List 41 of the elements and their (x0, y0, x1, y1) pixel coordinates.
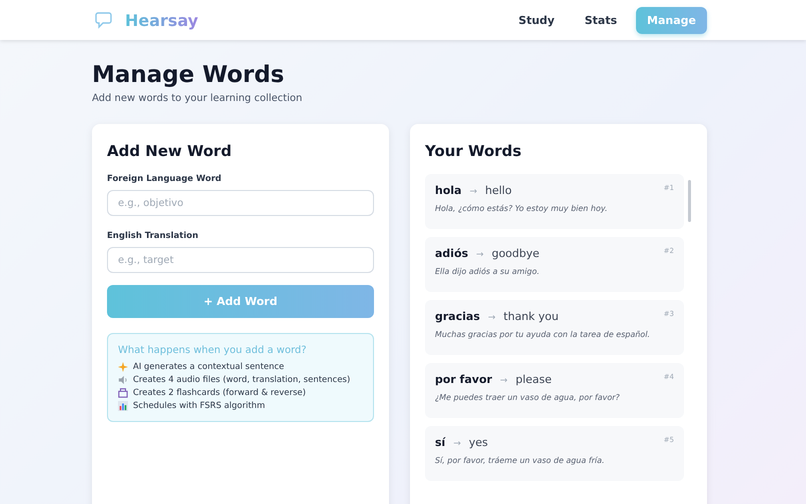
input-field[interactable]: e.g., target (107, 247, 374, 273)
arrow-text: → (488, 313, 496, 323)
foreign-word: sí (435, 436, 446, 449)
arrow-text: → (470, 187, 478, 197)
card-title: Your Words (425, 142, 522, 160)
translation: yes (468, 436, 488, 449)
arrow-text: → (453, 439, 461, 449)
arrow-text: → (500, 376, 508, 386)
sparkle-icon (118, 362, 128, 372)
example-sentence: Hola, ¿cómo estás? Yo estoy muy bien hoy. (435, 204, 608, 213)
info-text: AI generates a contextual sentence (133, 362, 284, 372)
translation: please (516, 373, 552, 386)
example-sentence: Sí, por favor, tráeme un vaso de agua fría. (435, 456, 606, 465)
box-icon (118, 388, 128, 398)
foreign-word: hola (435, 184, 462, 197)
info-text: Creates 2 flashcards (forward & reverse) (133, 388, 306, 398)
bar-chart-icon (118, 401, 128, 411)
nav-tab[interactable]: Study (508, 6, 566, 34)
example-sentence: Ella dijo adiós a su amigo. (435, 267, 540, 276)
field-label: Foreign Language Word (107, 174, 222, 184)
nav-tab[interactable]: Stats (574, 6, 628, 34)
translation: hello (485, 184, 512, 197)
foreign-word: adiós (435, 247, 468, 260)
info-title: What happens when you add a word? (118, 345, 308, 356)
field-label: English Translation (107, 231, 200, 241)
scrollbar-thumb[interactable] (688, 180, 691, 222)
input-field[interactable]: e.g., objetivo (107, 190, 374, 216)
translation: thank you (504, 310, 559, 323)
foreign-word: gracias (435, 310, 480, 323)
translation: goodbye (492, 247, 540, 260)
arrow-text: → (476, 250, 484, 260)
card-title: Add New Word (107, 142, 233, 160)
foreign-word: por favor (435, 373, 492, 386)
speech-bubble-icon (95, 11, 113, 29)
page-subtitle: Add new words to your learning collection (92, 93, 304, 104)
example-sentence: ¿Me puedes traer un vaso de agua, por favor? (435, 393, 621, 402)
info-text: Creates 4 audio files (word, translation, sentences) (133, 375, 350, 385)
speaker-icon (118, 375, 128, 385)
example-sentence: Muchas gracias por tu ayuda con la tarea de español. (435, 330, 651, 339)
page-title: Manage Words (92, 62, 286, 88)
info-text: Schedules with FSRS algorithm (133, 401, 266, 411)
